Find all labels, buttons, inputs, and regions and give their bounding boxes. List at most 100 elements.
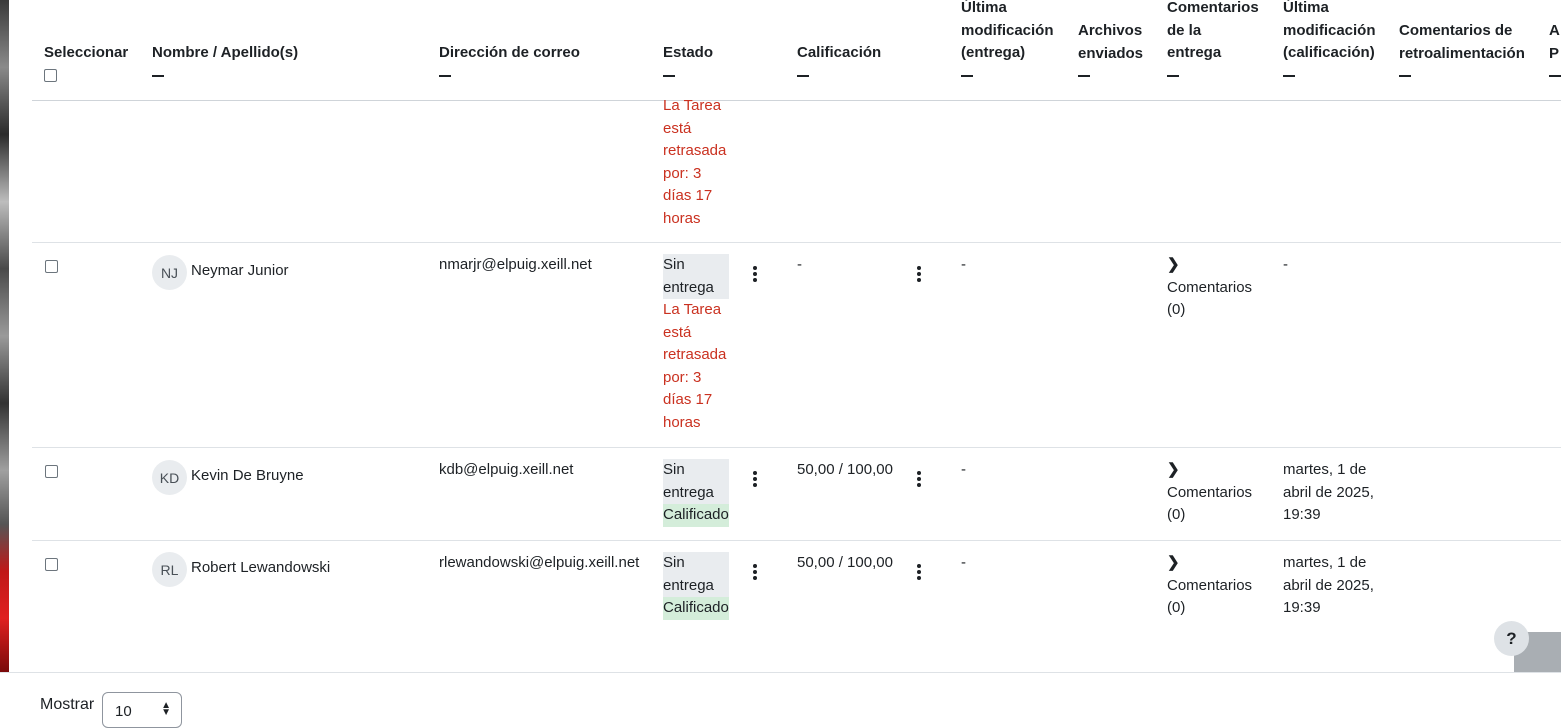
header-last-mod-sub-line2[interactable]: modificación — [961, 20, 1054, 43]
header-files-line1[interactable]: Archivos — [1078, 20, 1143, 43]
status-actions-menu-icon[interactable] — [753, 471, 757, 487]
collapse-feedback-icon[interactable] — [1399, 75, 1411, 77]
header-email[interactable]: Dirección de correo — [439, 42, 580, 77]
late-text: La Tarea — [663, 97, 722, 114]
header-sub-comments-line1[interactable]: Comentarios — [1167, 0, 1259, 20]
email-text: nmarjr@elpuig.xeill.net — [439, 256, 592, 273]
last-modified-submission: - — [961, 554, 966, 571]
header-sub-comments-line2[interactable]: de la — [1167, 20, 1259, 43]
user-name-link[interactable]: Neymar Junior — [191, 260, 289, 283]
comments-label[interactable]: Comentarios — [1167, 482, 1252, 505]
collapse-files-icon[interactable] — [1078, 75, 1090, 77]
late-text: días 17 — [663, 391, 713, 408]
late-text: retrasada — [663, 142, 727, 159]
header-last-mod-grade-line1[interactable]: Última — [1283, 0, 1376, 20]
late-text: por: 3 — [663, 164, 702, 182]
per-page-value[interactable]: 10 — [115, 703, 132, 720]
status-cell: Sin entrega La Tarea está retrasada por:… — [663, 254, 733, 434]
chevron-right-icon[interactable]: ❯ — [1167, 552, 1252, 575]
row-select-checkbox[interactable] — [45, 558, 58, 571]
late-text: está — [663, 119, 692, 137]
header-email-label[interactable]: Dirección de correo — [439, 44, 580, 61]
partial-row-late-status: La Tarea está retrasada por: 3 días 17 h… — [663, 95, 733, 230]
header-next-line1[interactable]: A — [1549, 20, 1561, 43]
header-last-mod-grade-line3[interactable]: (calificación) — [1283, 42, 1376, 65]
header-last-mod-sub-line3[interactable]: (entrega) — [961, 42, 1054, 65]
collapse-last-mod-grade-icon[interactable] — [1283, 74, 1295, 77]
grade-actions-menu-icon[interactable] — [917, 564, 921, 580]
status-no-submission: entrega — [663, 574, 729, 597]
last-modified-submission: - — [961, 256, 966, 273]
header-feedback-line1[interactable]: Comentarios de — [1399, 20, 1525, 43]
header-grade[interactable]: Calificación — [797, 42, 881, 77]
status-actions-menu-icon[interactable] — [753, 564, 757, 580]
header-feedback-comments[interactable]: Comentarios de retroalimentación — [1399, 20, 1525, 77]
header-next-line2[interactable]: P — [1549, 43, 1561, 66]
select-arrows-icon[interactable]: ▲ ▼ — [161, 701, 171, 718]
last-modified-grade: - — [1283, 256, 1288, 273]
comments-count[interactable]: (0) — [1167, 299, 1252, 322]
collapse-status-icon[interactable] — [663, 74, 675, 77]
date-line: 19:39 — [1283, 599, 1321, 616]
status-graded: Calificado — [663, 504, 729, 527]
status-no-submission: entrega — [663, 276, 729, 299]
comments-count[interactable]: (0) — [1167, 597, 1252, 620]
header-select-label: Seleccionar — [44, 44, 129, 61]
header-name-label[interactable]: Nombre / Apellido(s) — [152, 44, 298, 61]
status-no-submission: Sin — [663, 552, 729, 575]
grade-value: - — [797, 256, 802, 273]
late-text: retrasada — [663, 346, 727, 363]
user-name-link[interactable]: Kevin De Bruyne — [191, 465, 304, 488]
collapse-next-icon[interactable] — [1549, 75, 1561, 77]
row-divider — [32, 447, 1561, 448]
last-modified-grade: martes, 1 de abril de 2025, 19:39 — [1283, 459, 1374, 527]
avatar: RL — [152, 552, 187, 587]
header-status[interactable]: Estado — [663, 42, 713, 77]
grade-actions-menu-icon[interactable] — [917, 471, 921, 487]
header-last-mod-grade-line2[interactable]: modificación — [1283, 20, 1376, 43]
header-last-modified-grade[interactable]: Última modificación (calificación) — [1283, 0, 1376, 77]
header-files-submitted[interactable]: Archivos enviados — [1078, 20, 1143, 77]
collapse-name-icon[interactable] — [152, 74, 164, 77]
header-submission-comments[interactable]: Comentarios de la entrega — [1167, 0, 1259, 77]
header-feedback-line2[interactable]: retroalimentación — [1399, 43, 1525, 66]
per-page-label: Mostrar — [40, 696, 95, 713]
header-next-column[interactable]: A P — [1549, 20, 1561, 77]
comments-count[interactable]: (0) — [1167, 504, 1252, 527]
table-footer — [0, 672, 1561, 721]
per-page-select[interactable]: 10 ▲ ▼ — [102, 692, 182, 728]
submission-comments[interactable]: ❯ Comentarios (0) — [1167, 552, 1252, 620]
header-name[interactable]: Nombre / Apellido(s) — [152, 42, 298, 77]
grading-table: Seleccionar Nombre / Apellido(s) Direcci… — [9, 0, 1561, 672]
status-cell: Sin entrega Calificado — [663, 459, 729, 527]
late-text: días 17 — [663, 187, 713, 204]
submission-comments[interactable]: ❯ Comentarios (0) — [1167, 459, 1252, 527]
chevron-right-icon[interactable]: ❯ — [1167, 459, 1252, 482]
row-divider — [32, 540, 1561, 541]
header-last-mod-sub-line1[interactable]: Última — [961, 0, 1054, 20]
collapse-email-icon[interactable] — [439, 74, 451, 77]
header-grade-label[interactable]: Calificación — [797, 44, 881, 61]
grade-actions-menu-icon[interactable] — [917, 266, 921, 282]
comments-label[interactable]: Comentarios — [1167, 277, 1252, 300]
header-files-line2[interactable]: enviados — [1078, 43, 1143, 66]
status-actions-menu-icon[interactable] — [753, 266, 757, 282]
header-sub-comments-line3[interactable]: entrega — [1167, 42, 1259, 65]
collapse-last-mod-sub-icon[interactable] — [961, 74, 973, 77]
status-no-submission: Sin — [663, 459, 729, 482]
collapse-grade-icon[interactable] — [797, 74, 809, 77]
row-select-checkbox[interactable] — [45, 465, 58, 478]
chevron-right-icon[interactable]: ❯ — [1167, 254, 1252, 277]
row-select-checkbox[interactable] — [45, 260, 58, 273]
header-last-modified-submission[interactable]: Última modificación (entrega) — [961, 0, 1054, 77]
select-all-checkbox[interactable] — [44, 68, 57, 82]
status-no-submission: Sin — [663, 254, 729, 277]
grade-value: 50,00 / 100,00 — [797, 554, 893, 571]
header-status-label[interactable]: Estado — [663, 44, 713, 61]
user-name-link[interactable]: Robert Lewandowski — [191, 557, 330, 580]
help-button[interactable]: ? — [1494, 621, 1529, 656]
date-line: abril de 2025, — [1283, 483, 1374, 501]
comments-label[interactable]: Comentarios — [1167, 575, 1252, 598]
collapse-sub-comments-icon[interactable] — [1167, 74, 1179, 77]
submission-comments[interactable]: ❯ Comentarios (0) — [1167, 254, 1252, 322]
